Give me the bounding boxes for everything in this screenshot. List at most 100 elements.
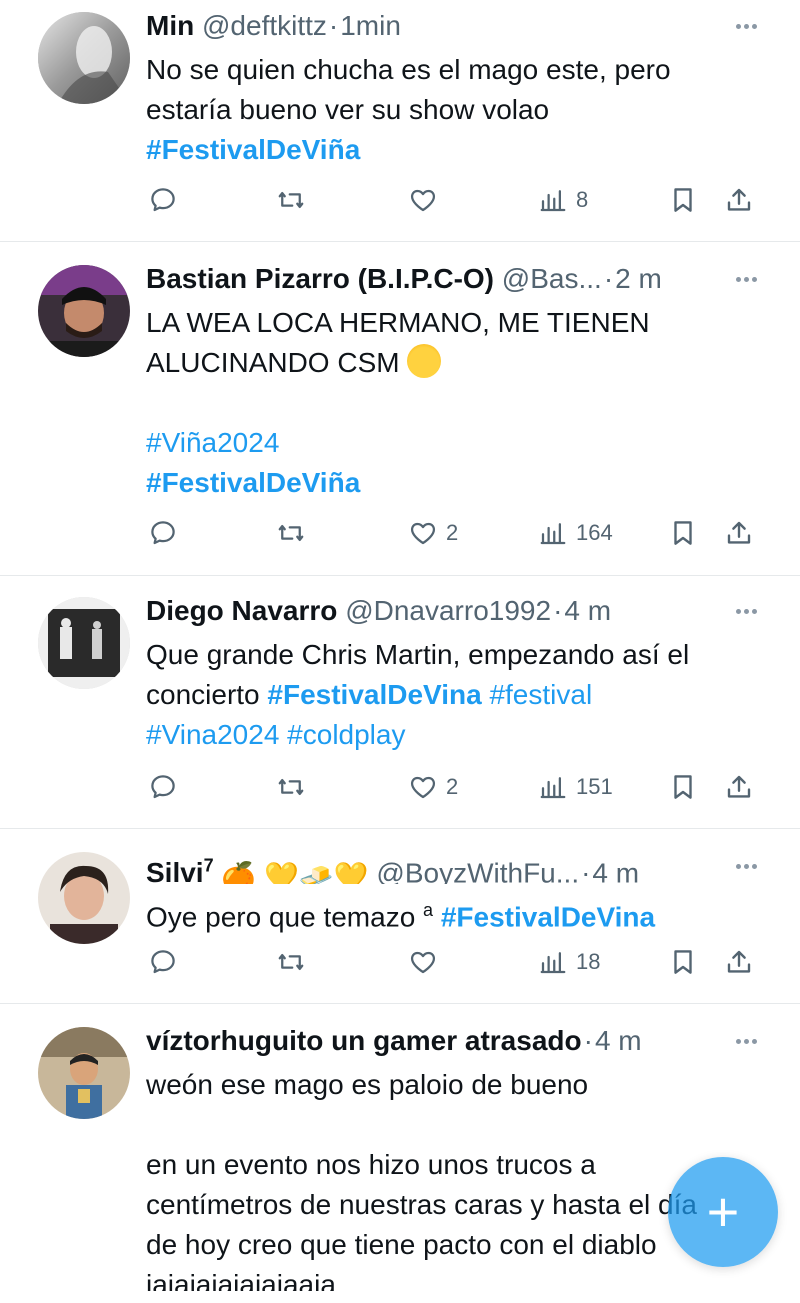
name-emojis: 🍊 💛🧈💛 bbox=[221, 861, 369, 884]
views-icon bbox=[538, 185, 568, 215]
tweet-header: Diego Navarro @Dnavarro1992·4 m bbox=[146, 595, 612, 626]
retweet-button[interactable] bbox=[276, 513, 314, 553]
reply-icon bbox=[148, 518, 178, 548]
timestamp[interactable]: 1min bbox=[340, 10, 401, 41]
more-icon[interactable] bbox=[730, 8, 762, 44]
tweet[interactable]: Bastian Pizarro (B.I.P.C-O) @Bas...·2 m … bbox=[0, 243, 800, 576]
hashtag-link[interactable]: #festival bbox=[482, 679, 592, 710]
share-icon bbox=[724, 947, 754, 977]
avatar[interactable] bbox=[38, 852, 130, 944]
views-icon bbox=[538, 518, 568, 548]
reply-icon bbox=[148, 772, 178, 802]
reply-button[interactable] bbox=[148, 942, 186, 982]
display-name[interactable]: Bastian Pizarro (B.I.P.C-O) bbox=[146, 263, 494, 294]
bookmark-button[interactable] bbox=[668, 513, 698, 553]
reply-button[interactable] bbox=[148, 513, 186, 553]
like-icon bbox=[408, 518, 438, 548]
tweet[interactable]: víztorhuguito un gamer atrasado·4 m weón… bbox=[0, 1005, 800, 1303]
retweet-icon bbox=[276, 947, 306, 977]
reply-icon bbox=[148, 947, 178, 977]
reply-button[interactable] bbox=[148, 767, 186, 807]
like-icon bbox=[408, 185, 438, 215]
avatar[interactable] bbox=[38, 12, 130, 104]
handle[interactable]: @Bas... bbox=[502, 263, 602, 294]
display-name[interactable]: Min bbox=[146, 10, 194, 41]
handle[interactable]: @deftkittz bbox=[202, 10, 327, 41]
retweet-button[interactable] bbox=[276, 180, 314, 220]
tweet-text: LA WEA LOCA HERMANO, ME TIENEN ALUCINAND… bbox=[146, 307, 650, 498]
share-button[interactable] bbox=[724, 513, 754, 553]
retweet-icon bbox=[276, 772, 306, 802]
tweet-text: Que grande Chris Martin, empezando así e… bbox=[146, 639, 690, 750]
like-icon bbox=[408, 772, 438, 802]
retweet-icon bbox=[276, 518, 306, 548]
hashtag-link[interactable]: #Vina2024 #coldplay bbox=[146, 719, 405, 750]
retweet-button[interactable] bbox=[276, 767, 314, 807]
bookmark-icon bbox=[668, 947, 698, 977]
retweet-button[interactable] bbox=[276, 942, 314, 982]
plus-icon: + bbox=[706, 1180, 740, 1243]
like-button[interactable]: 2 bbox=[408, 767, 458, 807]
tweet-actions: 2 164 bbox=[146, 513, 766, 553]
tweet-text: weón ese mago es paloio de bueno en un e… bbox=[146, 1069, 697, 1291]
share-icon bbox=[724, 772, 754, 802]
avatar[interactable] bbox=[38, 1027, 130, 1119]
tweet-header: Silvi7 🍊 💛🧈💛 @BoyzWithFu...·4 m bbox=[146, 848, 730, 884]
tweet[interactable]: Min @deftkittz·1min No se quien chucha e… bbox=[0, 0, 800, 242]
retweet-icon bbox=[276, 185, 306, 215]
views-button[interactable]: 164 bbox=[538, 513, 613, 553]
bookmark-icon bbox=[668, 772, 698, 802]
views-button[interactable]: 151 bbox=[538, 767, 613, 807]
bookmark-button[interactable] bbox=[668, 180, 698, 220]
timeline-feed: Min @deftkittz·1min No se quien chucha e… bbox=[0, 0, 800, 1303]
share-button[interactable] bbox=[724, 180, 754, 220]
like-button[interactable] bbox=[408, 180, 446, 220]
share-icon bbox=[724, 185, 754, 215]
hashtag-link[interactable]: #FestivalDeVina bbox=[267, 679, 481, 710]
tweet-actions: 2 151 bbox=[146, 767, 766, 807]
display-name[interactable]: Diego Navarro bbox=[146, 595, 337, 626]
display-name[interactable]: Silvi7 🍊 💛🧈💛 bbox=[146, 856, 369, 884]
views-button[interactable]: 8 bbox=[538, 180, 588, 220]
timestamp[interactable]: 4 m bbox=[564, 595, 611, 626]
more-icon[interactable] bbox=[730, 261, 762, 297]
views-icon bbox=[538, 772, 568, 802]
reply-button[interactable] bbox=[148, 180, 186, 220]
views-button[interactable]: 18 bbox=[538, 942, 600, 982]
timestamp[interactable]: 4 m bbox=[592, 857, 639, 884]
share-button[interactable] bbox=[724, 942, 754, 982]
handle[interactable]: @Dnavarro1992 bbox=[345, 595, 551, 626]
tweet-header: Bastian Pizarro (B.I.P.C-O) @Bas...·2 m bbox=[146, 263, 662, 294]
tweet[interactable]: Silvi7 🍊 💛🧈💛 @BoyzWithFu...·4 m Oye pero… bbox=[0, 830, 800, 1004]
more-icon[interactable] bbox=[730, 593, 762, 629]
like-icon bbox=[408, 947, 438, 977]
like-button[interactable] bbox=[408, 942, 446, 982]
avatar[interactable] bbox=[38, 265, 130, 357]
tweet-actions: 18 bbox=[146, 942, 766, 982]
compose-button[interactable]: + bbox=[668, 1157, 778, 1267]
handle[interactable]: @BoyzWithFu... bbox=[376, 857, 579, 884]
tweet-header: Min @deftkittz·1min bbox=[146, 10, 401, 41]
bookmark-button[interactable] bbox=[668, 767, 698, 807]
hashtag-link[interactable]: #FestivalDeViña bbox=[146, 467, 360, 498]
tweet-text: Oye pero que temazo a #FestivalDeVina bbox=[146, 900, 656, 933]
hashtag-link[interactable]: #Viña2024 bbox=[146, 427, 279, 458]
hashtag-link[interactable]: #FestivalDeVina bbox=[441, 901, 655, 932]
tweet-actions: 8 bbox=[146, 180, 766, 220]
hashtag-link[interactable]: #FestivalDeViña bbox=[146, 134, 360, 165]
share-icon bbox=[724, 518, 754, 548]
more-icon[interactable] bbox=[730, 1023, 762, 1059]
share-button[interactable] bbox=[724, 767, 754, 807]
more-icon[interactable] bbox=[730, 848, 762, 884]
like-button[interactable]: 2 bbox=[408, 513, 458, 553]
views-icon bbox=[538, 947, 568, 977]
avatar[interactable] bbox=[38, 597, 130, 689]
tweet[interactable]: Diego Navarro @Dnavarro1992·4 m Que gran… bbox=[0, 577, 800, 829]
timestamp[interactable]: 4 m bbox=[595, 1025, 642, 1056]
exploding-head-emoji bbox=[407, 344, 442, 378]
reply-icon bbox=[148, 185, 178, 215]
bookmark-button[interactable] bbox=[668, 942, 698, 982]
display-name[interactable]: víztorhuguito un gamer atrasado bbox=[146, 1025, 582, 1056]
timestamp[interactable]: 2 m bbox=[615, 263, 662, 294]
tweet-text: No se quien chucha es el mago este, pero… bbox=[146, 54, 671, 165]
